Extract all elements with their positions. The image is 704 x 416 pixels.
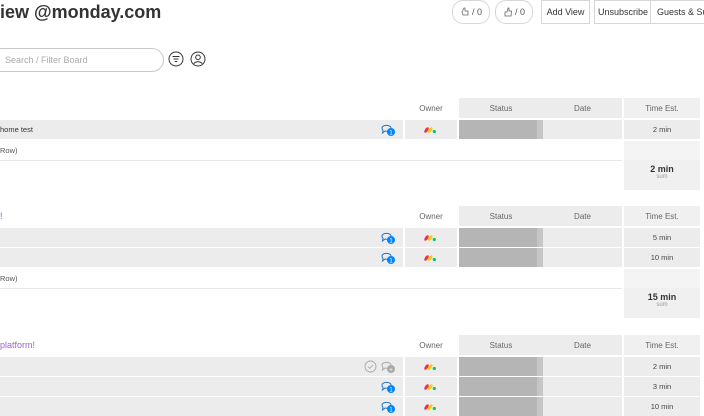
table-row[interactable]: + 2 min xyxy=(0,357,704,376)
reaction-count: / 0 xyxy=(514,7,525,17)
reaction-button[interactable]: / 0 xyxy=(495,0,533,24)
thumbs-up-icon xyxy=(504,7,512,17)
column-header-time-est[interactable]: Time Est. xyxy=(624,98,700,118)
date-cell[interactable] xyxy=(543,248,622,267)
status-cell[interactable] xyxy=(459,248,543,267)
add-row[interactable]: Row) xyxy=(0,141,704,160)
monday-logo-icon xyxy=(424,127,436,134)
column-header-date[interactable]: Date xyxy=(543,335,622,355)
status-cell[interactable] xyxy=(459,377,543,396)
column-header-status[interactable]: Status xyxy=(459,335,543,355)
sum-label: sum xyxy=(656,302,668,308)
column-header-time-est[interactable]: Time Est. xyxy=(624,206,700,226)
column-header-status[interactable]: Status xyxy=(459,98,543,118)
chat-bubble-icon[interactable]: 1 xyxy=(380,230,396,245)
column-header-owner[interactable]: Owner xyxy=(405,206,457,226)
chat-bubble-icon[interactable]: 1 xyxy=(380,250,396,265)
date-cell[interactable] xyxy=(543,377,622,396)
date-cell[interactable] xyxy=(543,397,622,416)
person-filter-icon[interactable] xyxy=(190,51,206,67)
search-filter-box[interactable] xyxy=(0,48,164,72)
status-cell[interactable] xyxy=(459,228,543,247)
svg-text:+: + xyxy=(389,367,393,373)
chat-bubble-icon[interactable]: 1 xyxy=(380,379,396,394)
chat-bubble-icon[interactable]: + xyxy=(380,359,396,374)
status-cell[interactable] xyxy=(459,397,543,416)
sum-value: 15 min xyxy=(647,292,677,302)
add-row-label[interactable]: Row) xyxy=(0,141,18,160)
status-cell[interactable] xyxy=(459,357,543,376)
monday-logo-icon xyxy=(424,235,436,242)
item-name[interactable]: home test xyxy=(0,120,33,139)
chat-bubble-icon[interactable]: 1 xyxy=(380,122,396,137)
time-est-cell[interactable]: 2 min xyxy=(624,357,700,376)
monday-logo-icon xyxy=(424,364,436,371)
column-header-date[interactable]: Date xyxy=(543,206,622,226)
time-est-cell[interactable]: 2 min xyxy=(624,120,700,139)
group-title[interactable]: ! xyxy=(0,211,3,221)
table-row[interactable]: 1 5 min xyxy=(0,228,704,247)
sum-value: 2 min xyxy=(650,164,674,174)
date-cell[interactable] xyxy=(543,228,622,247)
table-row[interactable]: home test 1 2 min xyxy=(0,120,704,139)
table-row[interactable]: 1 3 min xyxy=(0,377,704,396)
unsubscribe-button[interactable]: Unsubscribe xyxy=(594,0,652,24)
table-row[interactable]: 1 10 min xyxy=(0,397,704,416)
monday-logo-icon xyxy=(424,384,436,391)
table-row[interactable]: 1 10 min xyxy=(0,248,704,267)
sum-label: sum xyxy=(656,174,668,180)
add-row[interactable]: Row) xyxy=(0,269,704,288)
date-cell[interactable] xyxy=(543,357,622,376)
monday-logo-icon xyxy=(424,255,436,262)
date-cell[interactable] xyxy=(543,120,622,139)
time-est-cell[interactable]: 5 min xyxy=(624,228,700,247)
group-title[interactable]: platform! xyxy=(0,340,35,350)
status-cell[interactable] xyxy=(459,120,543,139)
like-count: / 0 xyxy=(471,7,482,17)
board-title: view @monday.com xyxy=(0,2,162,22)
time-est-cell[interactable]: 10 min xyxy=(624,248,700,267)
like-icon xyxy=(461,7,469,16)
column-header-date[interactable]: Date xyxy=(543,98,622,118)
column-header-owner[interactable]: Owner xyxy=(405,335,457,355)
add-row-label[interactable]: Row) xyxy=(0,269,18,288)
chat-bubble-icon[interactable]: 1 xyxy=(380,399,396,414)
sum-cell: 15 min sum xyxy=(624,288,700,318)
filter-icon[interactable] xyxy=(168,51,184,67)
sum-cell: 2 min sum xyxy=(624,160,700,190)
search-input[interactable] xyxy=(3,54,147,66)
time-est-cell[interactable]: 10 min xyxy=(624,397,700,416)
like-button[interactable]: / 0 xyxy=(452,0,490,24)
column-header-status[interactable]: Status xyxy=(459,206,543,226)
add-view-button[interactable]: Add View xyxy=(541,0,590,24)
guests-button[interactable]: Guests & Sub xyxy=(650,0,704,24)
time-est-cell[interactable]: 3 min xyxy=(624,377,700,396)
check-circle-icon[interactable] xyxy=(364,360,377,373)
column-header-time-est[interactable]: Time Est. xyxy=(624,335,700,355)
column-header-owner[interactable]: Owner xyxy=(405,98,457,118)
